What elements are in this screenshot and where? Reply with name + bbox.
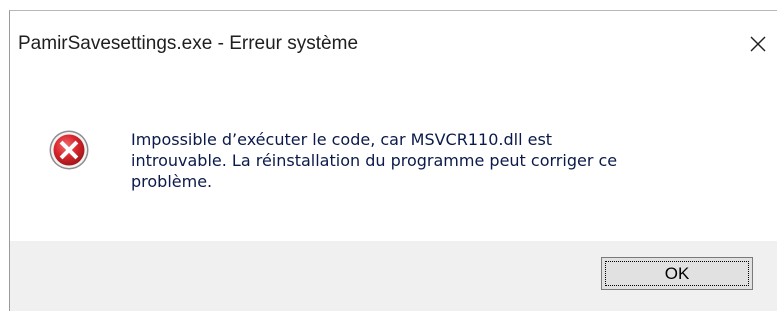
message-line: introuvable. La réinstallation du progra… [131, 151, 618, 170]
dialog-footer: OK [10, 241, 777, 311]
close-icon [750, 36, 766, 52]
message-line: problème. [131, 172, 213, 191]
error-dialog: PamirSavesettings.exe - Erreur système I… [9, 10, 777, 311]
ok-button[interactable]: OK [601, 257, 753, 290]
screen: PamirSavesettings.exe - Erreur système I… [0, 0, 777, 311]
dialog-content: Impossible d’exécuter le code, car MSVCR… [10, 81, 777, 241]
error-message: Impossible d’exécuter le code, car MSVCR… [131, 129, 761, 192]
close-button[interactable] [739, 25, 777, 63]
title-bar: PamirSavesettings.exe - Erreur système [10, 11, 777, 81]
message-line: Impossible d’exécuter le code, car MSVCR… [131, 130, 553, 149]
error-icon [49, 130, 89, 170]
background-page-snippet [0, 0, 777, 10]
dialog-title: PamirSavesettings.exe - Erreur système [18, 33, 359, 54]
ok-button-label: OK [664, 263, 690, 283]
